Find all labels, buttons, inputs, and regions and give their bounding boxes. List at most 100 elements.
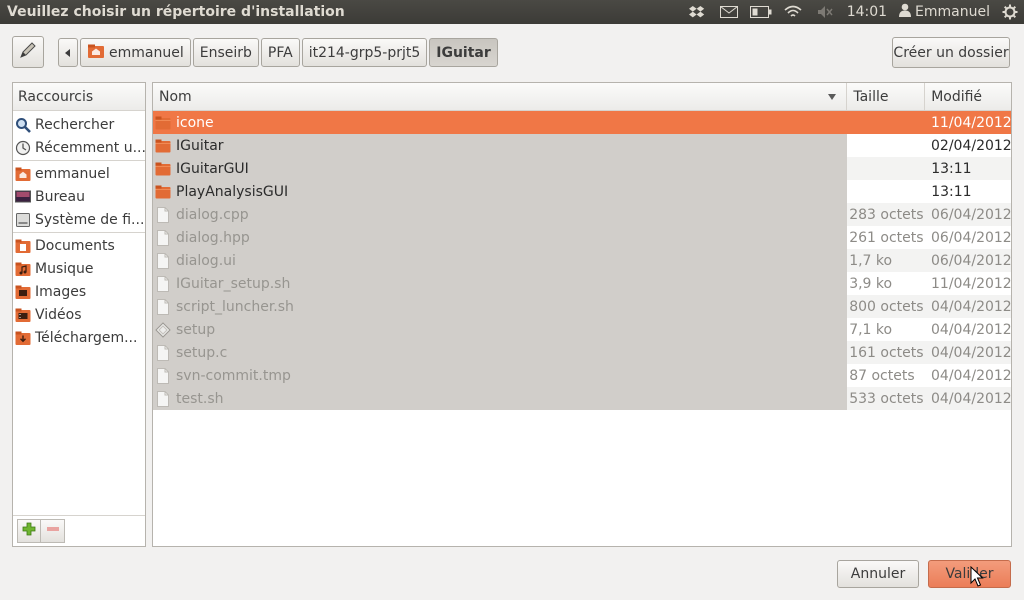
file-size: 1,7 ko — [847, 249, 925, 272]
sidebar-item-label: Documents — [35, 237, 115, 254]
folder-row[interactable]: IGuitar 02/04/2012 — [153, 134, 1011, 157]
folder-row[interactable]: icone 11/04/2012 — [153, 111, 1011, 134]
user-icon — [899, 3, 912, 21]
file-modified: 11/04/2012 — [931, 275, 1012, 292]
sidebar-header: Raccourcis — [13, 83, 145, 111]
minus-icon — [46, 522, 60, 540]
dropbox-icon[interactable] — [681, 0, 713, 24]
recent-icon — [15, 140, 31, 156]
file-size — [847, 180, 925, 203]
file-name: IGuitarGUI — [176, 160, 249, 177]
text-file-icon — [155, 367, 171, 384]
sidebar-item-label: emmanuel — [35, 165, 110, 182]
path-segment-emmanuel[interactable]: emmanuel — [80, 38, 191, 67]
sidebar-item-recent[interactable]: Récemment u... — [13, 136, 145, 159]
file-name-cell: icone — [153, 111, 847, 134]
path-scroll-left-button[interactable] — [58, 38, 78, 67]
file-row[interactable]: setup.c 161 octets 04/04/2012 — [153, 341, 1011, 364]
text-file-icon — [155, 206, 171, 223]
cancel-button[interactable]: Annuler — [837, 560, 919, 588]
file-row[interactable]: dialog.ui 1,7 ko 06/04/2012 — [153, 249, 1011, 272]
sidebar-item-pictures[interactable]: Images — [13, 280, 145, 303]
file-name: dialog.hpp — [176, 229, 250, 246]
create-folder-button[interactable]: Créer un dossier — [892, 37, 1010, 68]
type-location-button[interactable] — [12, 36, 44, 68]
file-size: 283 octets — [847, 203, 925, 226]
file-modified: 13:11 — [931, 183, 972, 200]
pictures-folder-icon — [15, 284, 31, 300]
desktop-icon — [15, 189, 31, 205]
file-name-cell: IGuitar — [153, 134, 848, 157]
file-row[interactable]: svn-commit.tmp 87 octets 04/04/2012 — [153, 364, 1011, 387]
sidebar-footer — [13, 515, 145, 546]
text-file-icon — [155, 252, 171, 269]
file-name: script_luncher.sh — [176, 298, 294, 315]
file-name-cell: dialog.hpp — [153, 226, 848, 249]
sidebar-item-desktop[interactable]: Bureau — [13, 185, 145, 208]
documents-folder-icon — [15, 238, 31, 254]
folder-icon — [155, 138, 171, 154]
sidebar-separator — [13, 232, 145, 233]
system-tray: 14:01 Emmanuel — [681, 0, 1024, 24]
mail-icon[interactable] — [713, 0, 745, 24]
column-header-modified[interactable]: Modifié — [925, 83, 1011, 110]
file-modified: 04/04/2012 — [931, 321, 1012, 338]
text-file-icon — [155, 275, 171, 292]
remove-bookmark-button[interactable] — [41, 519, 65, 543]
path-segment-pfa[interactable]: PFA — [260, 38, 300, 67]
sidebar-item-search[interactable]: Rechercher — [13, 113, 145, 136]
sidebar-item-documents[interactable]: Documents — [13, 234, 145, 257]
top-panel: Veuillez choisir un répertoire d'install… — [0, 0, 1024, 24]
folder-icon — [155, 161, 171, 177]
file-name-cell: test.sh — [153, 387, 848, 410]
folder-icon — [155, 115, 171, 131]
sidebar-item-videos[interactable]: Vidéos — [13, 303, 145, 326]
power-icon[interactable] — [996, 0, 1024, 24]
file-name-cell: setup — [153, 318, 848, 341]
sidebar-item-downloads[interactable]: Téléchargem... — [13, 326, 145, 349]
file-row[interactable]: test.sh 533 octets 04/04/2012 — [153, 387, 1011, 410]
path-bar: emmanuel Enseirb PFA it214-grp5-prjt5 IG… — [58, 38, 498, 67]
text-file-icon — [155, 390, 171, 407]
file-name-cell: IGuitarGUI — [153, 157, 848, 180]
file-name: svn-commit.tmp — [176, 367, 291, 384]
file-modified: 04/04/2012 — [931, 367, 1012, 384]
file-row[interactable]: dialog.cpp 283 octets 06/04/2012 — [153, 203, 1011, 226]
file-name-cell: script_luncher.sh — [153, 295, 848, 318]
folder-row[interactable]: IGuitarGUI 13:11 — [153, 157, 1011, 180]
sidebar-item-label: Système de fi... — [35, 211, 145, 228]
battery-icon[interactable] — [745, 0, 777, 24]
file-row[interactable]: script_luncher.sh 800 octets 04/04/2012 — [153, 295, 1011, 318]
volume-muted-icon[interactable] — [809, 0, 841, 24]
executable-icon — [155, 321, 171, 338]
path-segment-enseirb[interactable]: Enseirb — [192, 38, 259, 67]
user-menu[interactable]: Emmanuel — [893, 3, 996, 21]
path-segment-label: emmanuel — [109, 44, 184, 61]
column-header-size[interactable]: Taille — [847, 83, 926, 110]
file-modified: 11/04/2012 — [931, 114, 1012, 131]
file-row[interactable]: IGuitar_setup.sh 3,9 ko 11/04/2012 — [153, 272, 1011, 295]
add-bookmark-button[interactable] — [17, 519, 41, 543]
text-file-icon — [155, 298, 171, 315]
column-header-name[interactable]: Nom — [153, 83, 848, 110]
file-row[interactable]: setup 7,1 ko 04/04/2012 — [153, 318, 1011, 341]
file-row[interactable]: dialog.hpp 261 octets 06/04/2012 — [153, 226, 1011, 249]
file-modified: 04/04/2012 — [925, 341, 1011, 364]
wifi-icon[interactable] — [777, 0, 809, 24]
sidebar-item-music[interactable]: Musique — [13, 257, 145, 280]
file-size: 533 octets — [847, 387, 925, 410]
sidebar-item-home[interactable]: emmanuel — [13, 162, 145, 185]
file-name: setup — [176, 321, 216, 338]
folder-icon — [155, 184, 171, 200]
folder-row[interactable]: PlayAnalysisGUI 13:11 — [153, 180, 1011, 203]
sidebar-item-filesystem[interactable]: Système de fi... — [13, 208, 145, 231]
user-name: Emmanuel — [915, 4, 990, 20]
clock[interactable]: 14:01 — [841, 4, 893, 20]
path-segment-project[interactable]: it214-grp5-prjt5 — [301, 38, 428, 67]
file-name-cell: setup.c — [153, 341, 848, 364]
file-name-cell: PlayAnalysisGUI — [153, 180, 848, 203]
file-size — [847, 157, 926, 180]
sidebar-separator — [13, 160, 145, 161]
path-segment-iguitar[interactable]: IGuitar — [429, 38, 498, 67]
file-name: test.sh — [176, 390, 224, 407]
